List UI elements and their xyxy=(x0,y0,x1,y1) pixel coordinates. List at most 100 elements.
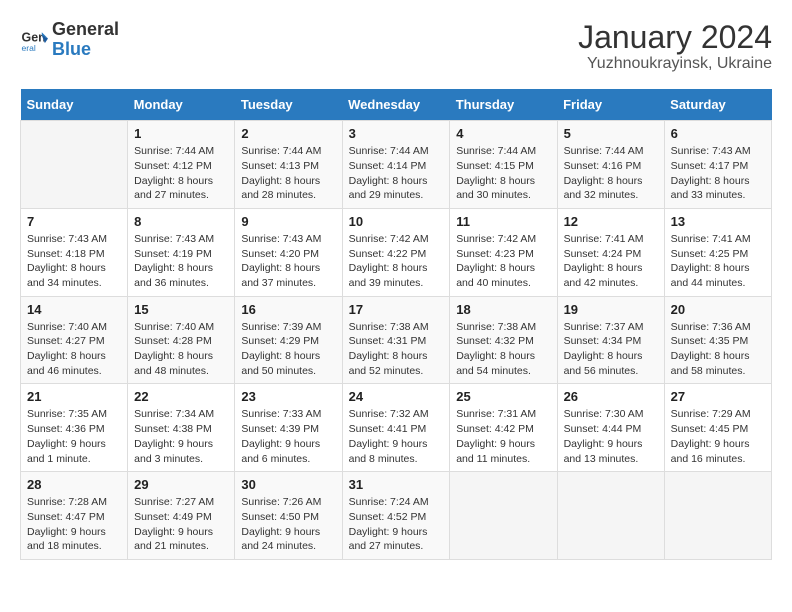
day-info: Sunrise: 7:34 AMSunset: 4:38 PMDaylight:… xyxy=(134,407,228,466)
calendar-cell: 14 Sunrise: 7:40 AMSunset: 4:27 PMDaylig… xyxy=(21,296,128,384)
day-number: 16 xyxy=(241,302,335,317)
day-number: 2 xyxy=(241,126,335,141)
day-info: Sunrise: 7:37 AMSunset: 4:34 PMDaylight:… xyxy=(564,320,658,379)
calendar-cell xyxy=(21,121,128,209)
calendar-cell: 15 Sunrise: 7:40 AMSunset: 4:28 PMDaylig… xyxy=(128,296,235,384)
day-number: 3 xyxy=(349,126,444,141)
calendar-week-row: 1 Sunrise: 7:44 AMSunset: 4:12 PMDayligh… xyxy=(21,121,772,209)
calendar-cell: 22 Sunrise: 7:34 AMSunset: 4:38 PMDaylig… xyxy=(128,384,235,472)
calendar-cell: 16 Sunrise: 7:39 AMSunset: 4:29 PMDaylig… xyxy=(235,296,342,384)
calendar-cell: 21 Sunrise: 7:35 AMSunset: 4:36 PMDaylig… xyxy=(21,384,128,472)
day-info: Sunrise: 7:29 AMSunset: 4:45 PMDaylight:… xyxy=(671,407,765,466)
calendar-cell: 4 Sunrise: 7:44 AMSunset: 4:15 PMDayligh… xyxy=(450,121,557,209)
day-info: Sunrise: 7:43 AMSunset: 4:17 PMDaylight:… xyxy=(671,144,765,203)
day-number: 13 xyxy=(671,214,765,229)
day-info: Sunrise: 7:40 AMSunset: 4:28 PMDaylight:… xyxy=(134,320,228,379)
logo-icon: Gen eral xyxy=(20,26,48,54)
day-info: Sunrise: 7:26 AMSunset: 4:50 PMDaylight:… xyxy=(241,495,335,554)
day-number: 21 xyxy=(27,389,121,404)
calendar-cell: 26 Sunrise: 7:30 AMSunset: 4:44 PMDaylig… xyxy=(557,384,664,472)
day-number: 17 xyxy=(349,302,444,317)
day-of-week-header: Sunday xyxy=(21,89,128,121)
calendar-cell: 2 Sunrise: 7:44 AMSunset: 4:13 PMDayligh… xyxy=(235,121,342,209)
day-of-week-header: Thursday xyxy=(450,89,557,121)
day-number: 4 xyxy=(456,126,550,141)
calendar-cell: 8 Sunrise: 7:43 AMSunset: 4:19 PMDayligh… xyxy=(128,208,235,296)
day-number: 24 xyxy=(349,389,444,404)
calendar-cell xyxy=(557,472,664,560)
calendar-cell: 3 Sunrise: 7:44 AMSunset: 4:14 PMDayligh… xyxy=(342,121,450,209)
calendar-body: 1 Sunrise: 7:44 AMSunset: 4:12 PMDayligh… xyxy=(21,121,772,560)
calendar-cell: 17 Sunrise: 7:38 AMSunset: 4:31 PMDaylig… xyxy=(342,296,450,384)
calendar-week-row: 28 Sunrise: 7:28 AMSunset: 4:47 PMDaylig… xyxy=(21,472,772,560)
day-info: Sunrise: 7:43 AMSunset: 4:19 PMDaylight:… xyxy=(134,232,228,291)
calendar-table: SundayMondayTuesdayWednesdayThursdayFrid… xyxy=(20,89,772,560)
day-info: Sunrise: 7:32 AMSunset: 4:41 PMDaylight:… xyxy=(349,407,444,466)
calendar-cell: 13 Sunrise: 7:41 AMSunset: 4:25 PMDaylig… xyxy=(664,208,771,296)
page-header: Gen eral General Blue January 2024 Yuzhn… xyxy=(20,20,772,73)
calendar-cell: 5 Sunrise: 7:44 AMSunset: 4:16 PMDayligh… xyxy=(557,121,664,209)
day-info: Sunrise: 7:42 AMSunset: 4:22 PMDaylight:… xyxy=(349,232,444,291)
day-of-week-header: Saturday xyxy=(664,89,771,121)
day-number: 14 xyxy=(27,302,121,317)
main-title: January 2024 xyxy=(578,20,772,55)
day-of-week-header: Wednesday xyxy=(342,89,450,121)
day-number: 15 xyxy=(134,302,228,317)
day-number: 30 xyxy=(241,477,335,492)
calendar-cell: 31 Sunrise: 7:24 AMSunset: 4:52 PMDaylig… xyxy=(342,472,450,560)
day-number: 11 xyxy=(456,214,550,229)
day-number: 7 xyxy=(27,214,121,229)
day-info: Sunrise: 7:39 AMSunset: 4:29 PMDaylight:… xyxy=(241,320,335,379)
day-info: Sunrise: 7:31 AMSunset: 4:42 PMDaylight:… xyxy=(456,407,550,466)
day-info: Sunrise: 7:35 AMSunset: 4:36 PMDaylight:… xyxy=(27,407,121,466)
day-number: 23 xyxy=(241,389,335,404)
day-number: 9 xyxy=(241,214,335,229)
day-info: Sunrise: 7:24 AMSunset: 4:52 PMDaylight:… xyxy=(349,495,444,554)
calendar-cell xyxy=(664,472,771,560)
day-number: 6 xyxy=(671,126,765,141)
day-info: Sunrise: 7:27 AMSunset: 4:49 PMDaylight:… xyxy=(134,495,228,554)
day-info: Sunrise: 7:41 AMSunset: 4:25 PMDaylight:… xyxy=(671,232,765,291)
calendar-cell: 30 Sunrise: 7:26 AMSunset: 4:50 PMDaylig… xyxy=(235,472,342,560)
logo-text-general: General xyxy=(52,20,119,40)
calendar-cell: 12 Sunrise: 7:41 AMSunset: 4:24 PMDaylig… xyxy=(557,208,664,296)
day-info: Sunrise: 7:28 AMSunset: 4:47 PMDaylight:… xyxy=(27,495,121,554)
calendar-week-row: 14 Sunrise: 7:40 AMSunset: 4:27 PMDaylig… xyxy=(21,296,772,384)
calendar-cell: 25 Sunrise: 7:31 AMSunset: 4:42 PMDaylig… xyxy=(450,384,557,472)
day-info: Sunrise: 7:30 AMSunset: 4:44 PMDaylight:… xyxy=(564,407,658,466)
day-number: 19 xyxy=(564,302,658,317)
calendar-cell: 20 Sunrise: 7:36 AMSunset: 4:35 PMDaylig… xyxy=(664,296,771,384)
calendar-header-row: SundayMondayTuesdayWednesdayThursdayFrid… xyxy=(21,89,772,121)
day-info: Sunrise: 7:38 AMSunset: 4:32 PMDaylight:… xyxy=(456,320,550,379)
day-number: 25 xyxy=(456,389,550,404)
day-number: 29 xyxy=(134,477,228,492)
day-number: 12 xyxy=(564,214,658,229)
day-number: 26 xyxy=(564,389,658,404)
title-block: January 2024 Yuzhnoukrayinsk, Ukraine xyxy=(578,20,772,73)
day-info: Sunrise: 7:41 AMSunset: 4:24 PMDaylight:… xyxy=(564,232,658,291)
day-info: Sunrise: 7:44 AMSunset: 4:12 PMDaylight:… xyxy=(134,144,228,203)
calendar-week-row: 7 Sunrise: 7:43 AMSunset: 4:18 PMDayligh… xyxy=(21,208,772,296)
calendar-cell: 9 Sunrise: 7:43 AMSunset: 4:20 PMDayligh… xyxy=(235,208,342,296)
day-of-week-header: Friday xyxy=(557,89,664,121)
day-info: Sunrise: 7:42 AMSunset: 4:23 PMDaylight:… xyxy=(456,232,550,291)
logo-text-blue: Blue xyxy=(52,40,119,60)
day-of-week-header: Monday xyxy=(128,89,235,121)
day-number: 27 xyxy=(671,389,765,404)
calendar-cell: 1 Sunrise: 7:44 AMSunset: 4:12 PMDayligh… xyxy=(128,121,235,209)
day-number: 20 xyxy=(671,302,765,317)
calendar-cell xyxy=(450,472,557,560)
day-number: 10 xyxy=(349,214,444,229)
day-number: 22 xyxy=(134,389,228,404)
day-info: Sunrise: 7:33 AMSunset: 4:39 PMDaylight:… xyxy=(241,407,335,466)
calendar-cell: 29 Sunrise: 7:27 AMSunset: 4:49 PMDaylig… xyxy=(128,472,235,560)
calendar-cell: 28 Sunrise: 7:28 AMSunset: 4:47 PMDaylig… xyxy=(21,472,128,560)
calendar-cell: 6 Sunrise: 7:43 AMSunset: 4:17 PMDayligh… xyxy=(664,121,771,209)
day-info: Sunrise: 7:44 AMSunset: 4:14 PMDaylight:… xyxy=(349,144,444,203)
day-info: Sunrise: 7:44 AMSunset: 4:16 PMDaylight:… xyxy=(564,144,658,203)
day-of-week-header: Tuesday xyxy=(235,89,342,121)
calendar-cell: 7 Sunrise: 7:43 AMSunset: 4:18 PMDayligh… xyxy=(21,208,128,296)
day-number: 31 xyxy=(349,477,444,492)
day-number: 1 xyxy=(134,126,228,141)
calendar-cell: 19 Sunrise: 7:37 AMSunset: 4:34 PMDaylig… xyxy=(557,296,664,384)
